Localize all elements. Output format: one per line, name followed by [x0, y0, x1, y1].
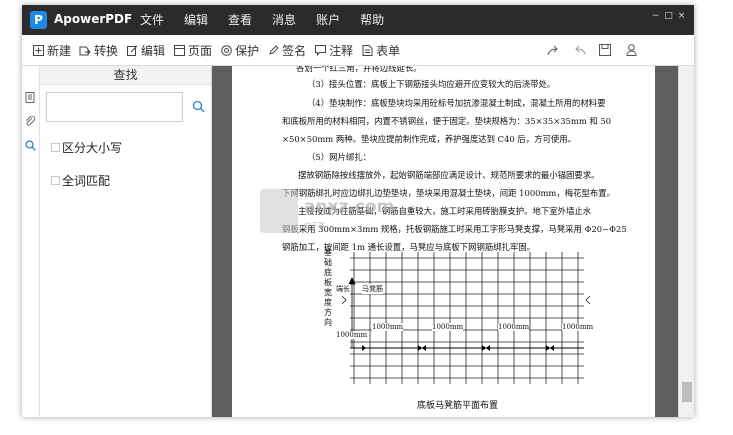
- app-logo-icon: P: [30, 11, 47, 29]
- new-label: 新建: [47, 43, 72, 58]
- whole-word-checkbox[interactable]: [51, 176, 60, 185]
- doc-line: 各划一个红三角，并将边线延长。: [296, 66, 422, 73]
- form-button[interactable]: 表单: [361, 42, 400, 59]
- find-panel-title: 查找: [40, 66, 211, 85]
- diagram-dim-left: 1000mm: [336, 331, 368, 339]
- convert-label: 转换: [94, 43, 119, 58]
- pencil-box-icon: [126, 44, 138, 56]
- document-viewer[interactable]: 各划一个红三角，并将边线延长。 （3）接头位置：底板上下钢筋接头均应避开应变较大…: [212, 66, 678, 417]
- user-icon[interactable]: [624, 43, 638, 57]
- app-name: ApowerPDF: [54, 12, 133, 26]
- menu-bar: 文件 编辑 查看 消息 账户 帮助: [130, 5, 394, 35]
- page-icon: [173, 44, 185, 56]
- diagram-vertical-label: 基础底板宽度方向: [324, 248, 332, 327]
- pen-icon: [267, 44, 279, 56]
- protect-button[interactable]: 保护: [220, 42, 259, 59]
- whole-word-label: 全词匹配: [62, 174, 111, 188]
- search-icon[interactable]: [25, 140, 36, 151]
- comment-icon: [314, 44, 326, 56]
- toolbar: 新建 转换 编辑 页面 保护 签名 注释 表单: [22, 35, 694, 66]
- doc-line: 和底板所用的材料相同，内置不锈钢丝，便于固定。垫块规格为：35×35×35mm …: [282, 116, 612, 126]
- doc-line: （5）网片绑扎：: [307, 152, 371, 162]
- diagram-dim-3: 1000mm: [498, 323, 530, 331]
- plus-square-icon: [32, 44, 44, 56]
- doc-line: 钢板采用 300mm×3mm 规格，托板钢筋施工时采用工字形马凳支撑，马凳采用 …: [282, 224, 627, 234]
- undo-icon[interactable]: [572, 43, 586, 57]
- sign-label: 签名: [282, 43, 307, 58]
- convert-icon: [79, 44, 91, 56]
- menu-account[interactable]: 账户: [306, 5, 350, 35]
- protect-label: 保护: [235, 43, 260, 58]
- stool-bar-plan-diagram: [341, 252, 591, 384]
- app-window: P ApowerPDF 文件 编辑 查看 消息 账户 帮助 − □ × 新建 转…: [22, 5, 694, 417]
- pdf-page: 各划一个红三角，并将边线延长。 （3）接头位置：底板上下钢筋接头均应避开应变较大…: [232, 66, 655, 417]
- bookmark-icon[interactable]: [25, 92, 36, 103]
- edit-label: 编辑: [141, 43, 166, 58]
- vertical-scrollbar[interactable]: [678, 66, 694, 417]
- search-button-icon[interactable]: [192, 100, 205, 113]
- doc-line: （4）垫块制作：底板垫块均采用砼标号加抗渗混凝土制成，混凝土所用的材料要: [307, 98, 606, 108]
- doc-line: ×50×50mm 两种。垫块应提前制作完成，养护强度达到 C40 后，方可使用。: [282, 134, 577, 144]
- convert-button[interactable]: 转换: [79, 42, 118, 59]
- menu-file[interactable]: 文件: [130, 5, 174, 35]
- shield-icon: [220, 44, 232, 56]
- maximize-button[interactable]: □: [662, 9, 675, 23]
- title-bar: P ApowerPDF 文件 编辑 查看 消息 账户 帮助 − □ ×: [22, 5, 694, 35]
- scrollbar-thumb[interactable]: [682, 382, 692, 402]
- search-input[interactable]: [46, 92, 183, 122]
- new-button[interactable]: 新建: [32, 42, 71, 59]
- comment-label: 注释: [329, 43, 354, 58]
- doc-line: （3）接头位置：底板上下钢筋接头均应避开应变较大的后浇带处。: [307, 79, 556, 89]
- menu-edit[interactable]: 编辑: [174, 5, 218, 35]
- edit-button[interactable]: 编辑: [126, 42, 165, 59]
- comment-button[interactable]: 注释: [314, 42, 353, 59]
- sign-button[interactable]: 签名: [267, 42, 306, 59]
- sidebar-icon-column: [22, 66, 40, 417]
- doc-line: 下网钢筋绑扎时应边绑扎边垫垫块，垫块采用混凝土垫块，间距 1000mm，梅花型布…: [282, 188, 615, 198]
- match-case-option[interactable]: 区分大小写: [51, 139, 122, 156]
- form-label: 表单: [376, 43, 401, 58]
- attachment-icon[interactable]: [25, 115, 36, 127]
- match-case-label: 区分大小写: [62, 141, 123, 155]
- form-icon: [361, 44, 373, 56]
- close-button[interactable]: ×: [675, 9, 688, 23]
- diagram-dim-2: 1000mm: [432, 323, 464, 331]
- doc-line: 摆放钢筋除按线摆放外，起始钢筋端部应满足设计、规范所要求的最小锚固要求。: [298, 170, 600, 180]
- diagram-label-end: 端长: [336, 284, 350, 294]
- match-case-checkbox[interactable]: [51, 143, 60, 152]
- window-controls: − □ ×: [649, 9, 688, 23]
- menu-view[interactable]: 查看: [218, 5, 262, 35]
- diagram-caption: 底板马凳筋平面布置: [417, 401, 499, 411]
- page-label: 页面: [188, 43, 213, 58]
- save-icon[interactable]: [598, 43, 612, 57]
- menu-help[interactable]: 帮助: [350, 5, 394, 35]
- diagram-label-stool: 马凳筋: [362, 284, 383, 294]
- doc-line: 主楼按成为柱筋基础，钢筋自重较大，施工时采用砖胎膜支护。地下室外墙止水: [298, 206, 592, 216]
- minimize-button[interactable]: −: [649, 9, 662, 23]
- diagram-dim-4: 1000mm: [562, 323, 594, 331]
- diagram-dim-1: 1000mm: [372, 323, 404, 331]
- whole-word-option[interactable]: 全词匹配: [51, 172, 110, 189]
- share-icon[interactable]: [546, 43, 560, 57]
- page-button[interactable]: 页面: [173, 42, 212, 59]
- menu-messages[interactable]: 消息: [262, 5, 306, 35]
- find-panel: 查找 区分大小写 全词匹配: [40, 66, 212, 417]
